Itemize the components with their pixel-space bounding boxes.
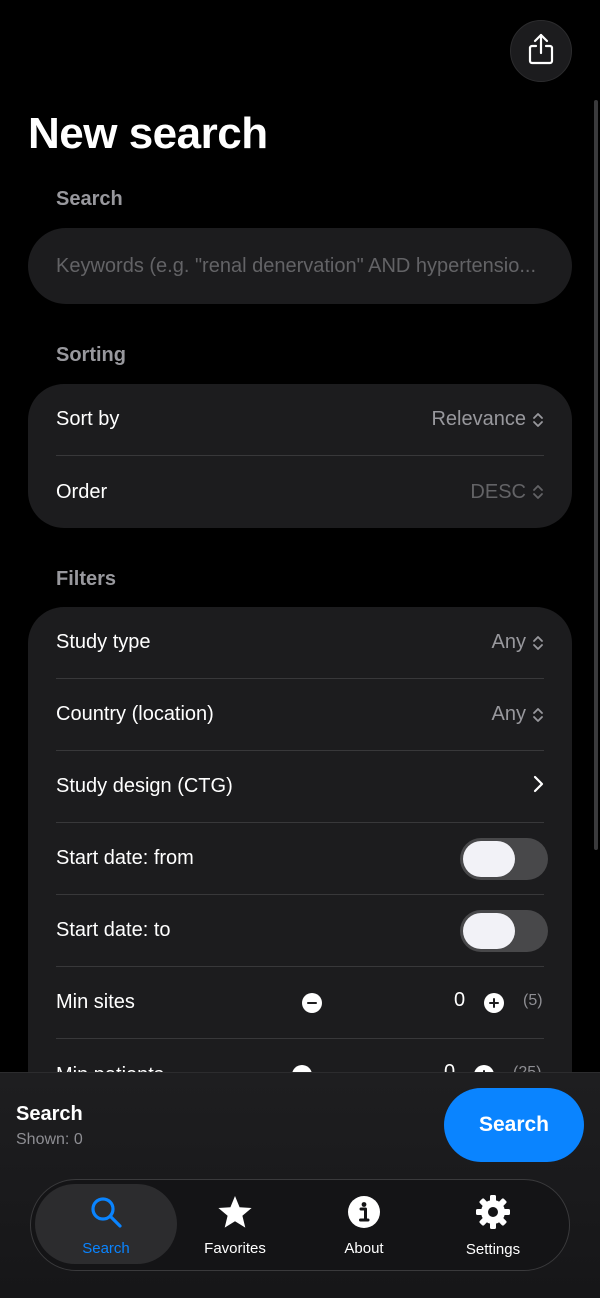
min-sites-increment-button[interactable] [484, 993, 504, 1013]
keyword-search-field[interactable] [28, 228, 572, 304]
chevron-up-down-icon [532, 411, 544, 429]
country-value: Any [491, 703, 526, 725]
study-type-picker[interactable]: Any [492, 631, 544, 654]
star-icon [217, 1195, 253, 1234]
study-design-row[interactable]: Study design (CTG) [56, 751, 544, 823]
min-sites-label: Min sites [56, 991, 135, 1013]
search-icon [89, 1195, 123, 1234]
study-type-value: Any [491, 631, 526, 653]
sort-by-label: Sort by [56, 408, 120, 430]
tab-search[interactable]: Search [41, 1180, 171, 1272]
chevron-right-icon [532, 775, 544, 799]
study-type-row[interactable]: Study type Any [56, 607, 544, 679]
start-date-from-toggle[interactable] [460, 837, 548, 880]
tab-search-label: Search [82, 1240, 130, 1257]
info-icon [347, 1195, 381, 1234]
order-label: Order [56, 480, 108, 503]
minus-icon [307, 1002, 317, 1004]
sorting-card: Sort by Relevance Order DESC [28, 384, 572, 528]
start-date-from-row: Start date: from [56, 823, 548, 895]
country-row[interactable]: Country (location) Any [56, 679, 544, 751]
tab-bar: Search Favorites About Settings [30, 1179, 570, 1271]
share-button[interactable] [510, 20, 572, 82]
min-sites-hint: (5) [523, 992, 543, 1009]
plus-icon [489, 998, 499, 1008]
search-section-label: Search [56, 188, 123, 210]
filters-card: Study type Any Country (location) Any St… [28, 607, 572, 1127]
chevron-up-down-icon [532, 706, 544, 724]
gear-icon [475, 1194, 511, 1235]
start-date-to-row: Start date: to [56, 895, 548, 967]
tab-about-label: About [344, 1240, 384, 1257]
order-picker[interactable]: DESC [470, 481, 544, 504]
study-type-label: Study type [56, 631, 151, 653]
start-date-to-label: Start date: to [56, 919, 171, 941]
min-sites-row: Min sites 0 (5) [56, 967, 544, 1039]
toggle-knob [463, 912, 515, 949]
search-button[interactable]: Search [444, 1088, 584, 1162]
order-value: DESC [470, 480, 526, 503]
share-icon [527, 32, 555, 71]
results-shown-count: Shown: 0 [16, 1131, 83, 1148]
tab-about[interactable]: About [299, 1180, 429, 1272]
scroll-indicator[interactable] [594, 100, 598, 850]
page-title: New search [28, 109, 268, 158]
tab-settings[interactable]: Settings [428, 1180, 558, 1272]
bottom-panel-title: Search [16, 1103, 83, 1125]
sort-by-picker[interactable]: Relevance [431, 408, 544, 431]
chevron-up-down-icon [532, 483, 544, 501]
tab-favorites-label: Favorites [204, 1240, 266, 1257]
chevron-up-down-icon [532, 634, 544, 652]
filters-section-label: Filters [56, 568, 117, 590]
start-date-from-label: Start date: from [56, 847, 194, 869]
keyword-search-input[interactable] [56, 254, 544, 278]
bottom-search-panel: Search Shown: 0 Search Search Favorites … [0, 1072, 600, 1298]
toggle-knob [463, 840, 515, 877]
country-label: Country (location) [56, 703, 214, 725]
min-sites-value: 0 [454, 989, 466, 1011]
min-sites-decrement-button[interactable] [302, 993, 322, 1013]
study-design-label: Study design (CTG) [56, 775, 233, 797]
sort-by-value: Relevance [431, 408, 526, 430]
tab-favorites[interactable]: Favorites [170, 1180, 300, 1272]
start-date-to-toggle[interactable] [460, 909, 548, 952]
sorting-section-label: Sorting [56, 344, 126, 366]
sort-by-row[interactable]: Sort by Relevance [56, 384, 544, 456]
tab-settings-label: Settings [465, 1241, 521, 1258]
order-row[interactable]: Order DESC [56, 456, 544, 528]
country-picker[interactable]: Any [492, 703, 544, 726]
